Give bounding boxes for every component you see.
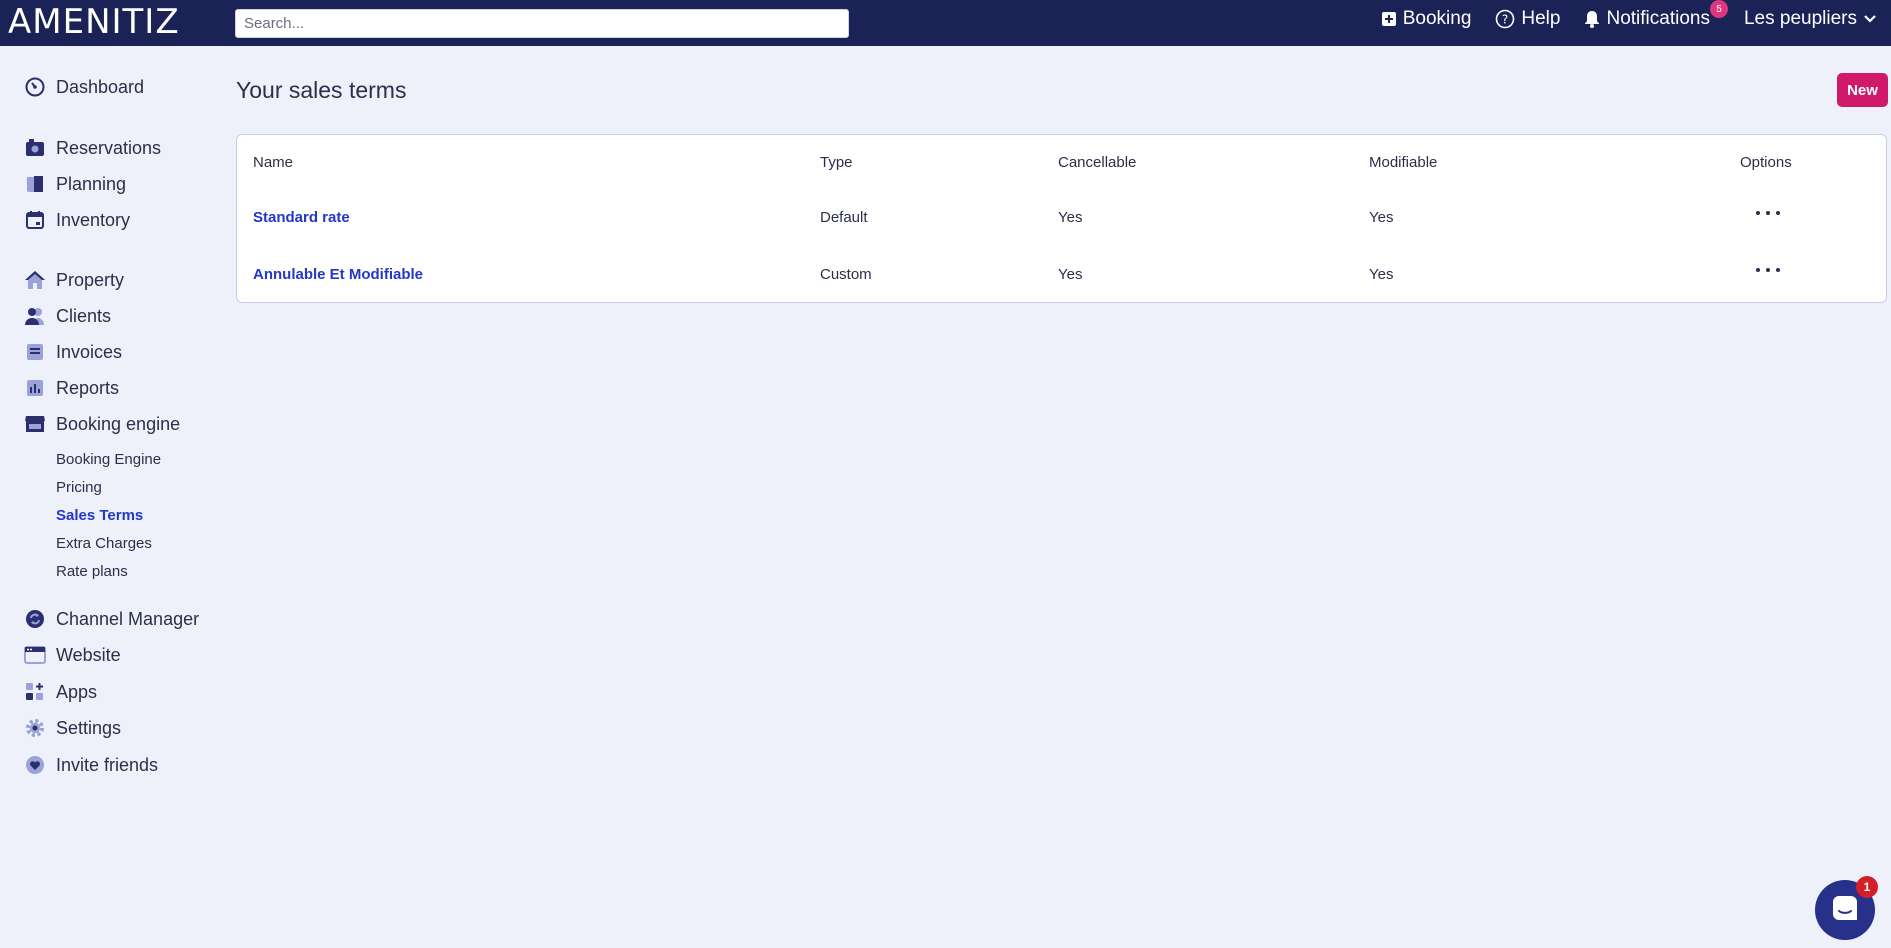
- sidebar-item-invoices[interactable]: Invoices: [24, 341, 122, 363]
- notifications-badge: 5: [1709, 0, 1728, 18]
- sales-terms-table: Name Type Cancellable Modifiable Options…: [236, 134, 1887, 303]
- heart-icon: [24, 754, 46, 776]
- help-button[interactable]: ? Help: [1495, 8, 1560, 30]
- calendar-icon: [24, 209, 46, 231]
- sidebar-item-label: Property: [56, 269, 125, 290]
- sales-term-modifiable: Yes: [1369, 266, 1394, 283]
- sidebar-item-reports[interactable]: Reports: [24, 377, 119, 399]
- page-title: Your sales terms: [236, 77, 407, 103]
- sidebar-item-settings[interactable]: Settings: [24, 717, 121, 739]
- sidebar-item-label: Apps: [56, 681, 98, 702]
- sidebar-item-inventory[interactable]: Inventory: [24, 209, 130, 231]
- column-header-type: Type: [820, 154, 853, 171]
- bell-icon: [1584, 10, 1600, 28]
- sales-term-cancellable: Yes: [1058, 209, 1083, 226]
- sidebar-item-website[interactable]: Website: [24, 644, 121, 666]
- top-actions: Booking ? Help Notifications 5 Les peupl…: [1357, 0, 1877, 38]
- sales-term-modifiable: Yes: [1369, 209, 1394, 226]
- column-header-options: Options: [1740, 154, 1792, 171]
- sidebar-item-label: Channel Manager: [56, 608, 200, 629]
- booking-button[interactable]: Booking: [1381, 8, 1472, 30]
- sidebar-item-label: Clients: [56, 305, 112, 326]
- sidebar-item-label: Reservations: [56, 137, 162, 158]
- sidebar-item-label: Dashboard: [56, 76, 145, 97]
- more-options-icon[interactable]: [1756, 206, 1780, 220]
- chart-icon: [24, 377, 46, 399]
- account-menu[interactable]: Les peupliers: [1744, 8, 1877, 30]
- svg-text:?: ?: [1502, 13, 1508, 27]
- notifications-button[interactable]: Notifications 5: [1584, 0, 1728, 30]
- account-label: Les peupliers: [1743, 8, 1857, 29]
- sidebar-subitem-rate-plans[interactable]: Rate plans: [56, 563, 128, 580]
- sidebar-subitem-pricing[interactable]: Pricing: [56, 479, 102, 496]
- sidebar-item-planning[interactable]: Planning: [24, 173, 126, 195]
- chat-icon: [1831, 894, 1859, 927]
- invoice-icon: [24, 341, 46, 363]
- sidebar-item-label: Invite friends: [56, 754, 159, 775]
- sales-term-type: Default: [820, 209, 868, 226]
- column-header-name: Name: [253, 154, 294, 171]
- help-icon: ?: [1495, 9, 1515, 29]
- sidebar-subitem-sales-terms[interactable]: Sales Terms: [56, 507, 143, 524]
- sidebar-item-booking-engine[interactable]: Booking engine: [24, 413, 180, 435]
- sync-icon: [24, 608, 46, 630]
- help-label: Help: [1521, 8, 1561, 29]
- sidebar-item-label: Booking engine: [56, 413, 181, 434]
- sidebar-item-reservations[interactable]: Reservations: [24, 137, 161, 159]
- browser-icon: [24, 644, 46, 666]
- column-header-modifiable: Modifiable: [1369, 154, 1438, 171]
- sales-term-name-link[interactable]: Annulable Et Modifiable: [253, 266, 423, 283]
- sidebar-item-label: Invoices: [56, 341, 123, 362]
- sidebar-subitem-extra-charges[interactable]: Extra Charges: [56, 535, 152, 552]
- sidebar-item-label: Settings: [56, 717, 122, 738]
- sidebar-item-label: Planning: [56, 173, 127, 194]
- top-bar: AMENITIZ Booking ? Help Notifications 5 …: [0, 0, 1891, 46]
- store-icon: [24, 413, 46, 435]
- reservations-icon: [24, 137, 46, 159]
- sidebar-item-apps[interactable]: Apps: [24, 681, 97, 703]
- users-icon: [24, 305, 46, 327]
- notifications-label: Notifications: [1606, 8, 1710, 29]
- more-options-icon[interactable]: [1756, 263, 1780, 277]
- sidebar-item-invite-friends[interactable]: Invite friends: [24, 754, 158, 776]
- sidebar-item-clients[interactable]: Clients: [24, 305, 111, 327]
- sidebar-subitem-booking-engine[interactable]: Booking Engine: [56, 451, 161, 468]
- sales-term-cancellable: Yes: [1058, 266, 1083, 283]
- column-header-cancellable: Cancellable: [1058, 154, 1137, 171]
- logo[interactable]: AMENITIZ: [8, 2, 180, 42]
- chevron-down-icon: [1863, 14, 1877, 24]
- sidebar-item-channel-manager[interactable]: Channel Manager: [24, 608, 199, 630]
- gear-icon: [24, 717, 46, 739]
- sales-term-name-link[interactable]: Standard rate: [253, 209, 350, 226]
- home-icon: [24, 269, 46, 291]
- sales-term-type: Custom: [820, 266, 872, 283]
- plus-square-icon: [1381, 11, 1397, 27]
- search-input[interactable]: [235, 9, 849, 38]
- planning-icon: [24, 173, 46, 195]
- booking-label: Booking: [1402, 8, 1472, 29]
- apps-icon: [24, 681, 46, 703]
- sidebar-item-property[interactable]: Property: [24, 269, 124, 291]
- sidebar-item-label: Reports: [56, 377, 120, 398]
- sidebar-item-dashboard[interactable]: Dashboard: [24, 76, 144, 98]
- chat-unread-badge: 1: [1856, 876, 1878, 898]
- sidebar-item-label: Inventory: [56, 209, 131, 230]
- dashboard-icon: [24, 76, 46, 98]
- new-button[interactable]: New: [1837, 73, 1888, 107]
- sidebar-item-label: Website: [56, 644, 121, 665]
